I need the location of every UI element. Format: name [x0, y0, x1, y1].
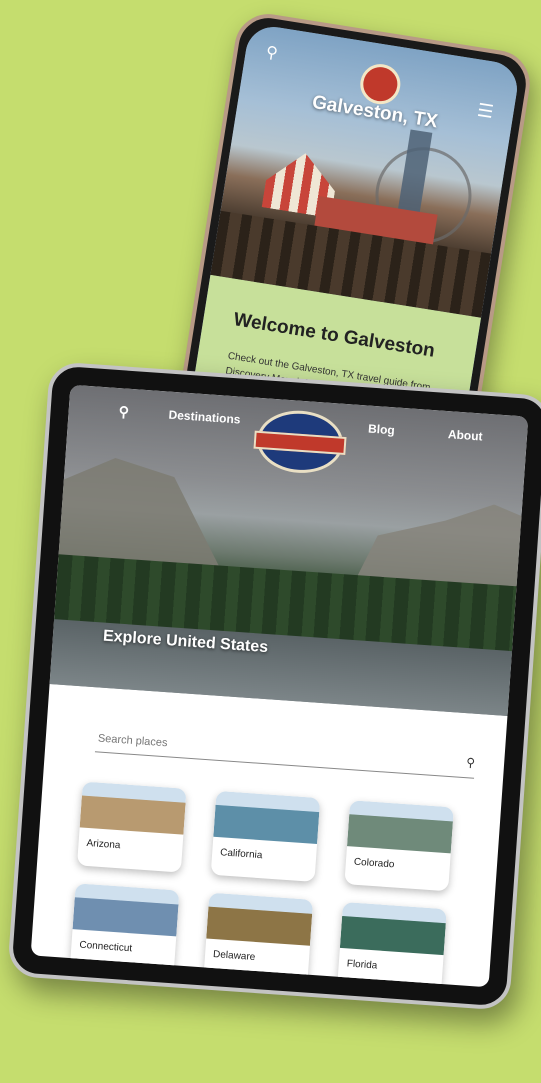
destination-card-florida[interactable]: Florida — [337, 901, 447, 988]
tablet-device: ⚲ Destinations Blog About Explore United… — [7, 361, 541, 1011]
card-thumbnail — [213, 790, 321, 845]
nav-about[interactable]: About — [447, 427, 483, 443]
card-thumbnail — [79, 781, 187, 835]
card-thumbnail — [72, 883, 180, 937]
nav-destinations[interactable]: Destinations — [168, 408, 241, 427]
search-input[interactable] — [94, 725, 440, 776]
tablet-screen: ⚲ Destinations Blog About Explore United… — [30, 384, 529, 988]
destination-card-arizona[interactable]: Arizona — [76, 781, 187, 873]
card-thumbnail — [206, 892, 314, 946]
card-thumbnail — [346, 800, 454, 854]
card-thumbnail — [339, 901, 447, 956]
destination-grid: Arizona California Colorado Connecticut … — [69, 781, 482, 988]
phone-hero-image — [210, 23, 521, 318]
card-label: Florida — [346, 958, 378, 972]
destination-card-delaware[interactable]: Delaware — [203, 892, 314, 984]
destination-card-california[interactable]: California — [210, 790, 321, 882]
card-label: Connecticut — [79, 939, 133, 955]
destination-card-connecticut[interactable]: Connecticut — [69, 883, 180, 975]
card-label: Delaware — [212, 949, 256, 963]
card-label: California — [219, 847, 263, 862]
search-bar: ⚲ — [94, 725, 476, 779]
search-icon[interactable]: ⚲ — [466, 755, 476, 770]
search-icon[interactable]: ⚲ — [118, 403, 129, 421]
card-label: Arizona — [86, 837, 121, 852]
destination-card-colorado[interactable]: Colorado — [344, 800, 454, 892]
nav-blog[interactable]: Blog — [368, 422, 396, 438]
card-label: Colorado — [353, 856, 395, 871]
